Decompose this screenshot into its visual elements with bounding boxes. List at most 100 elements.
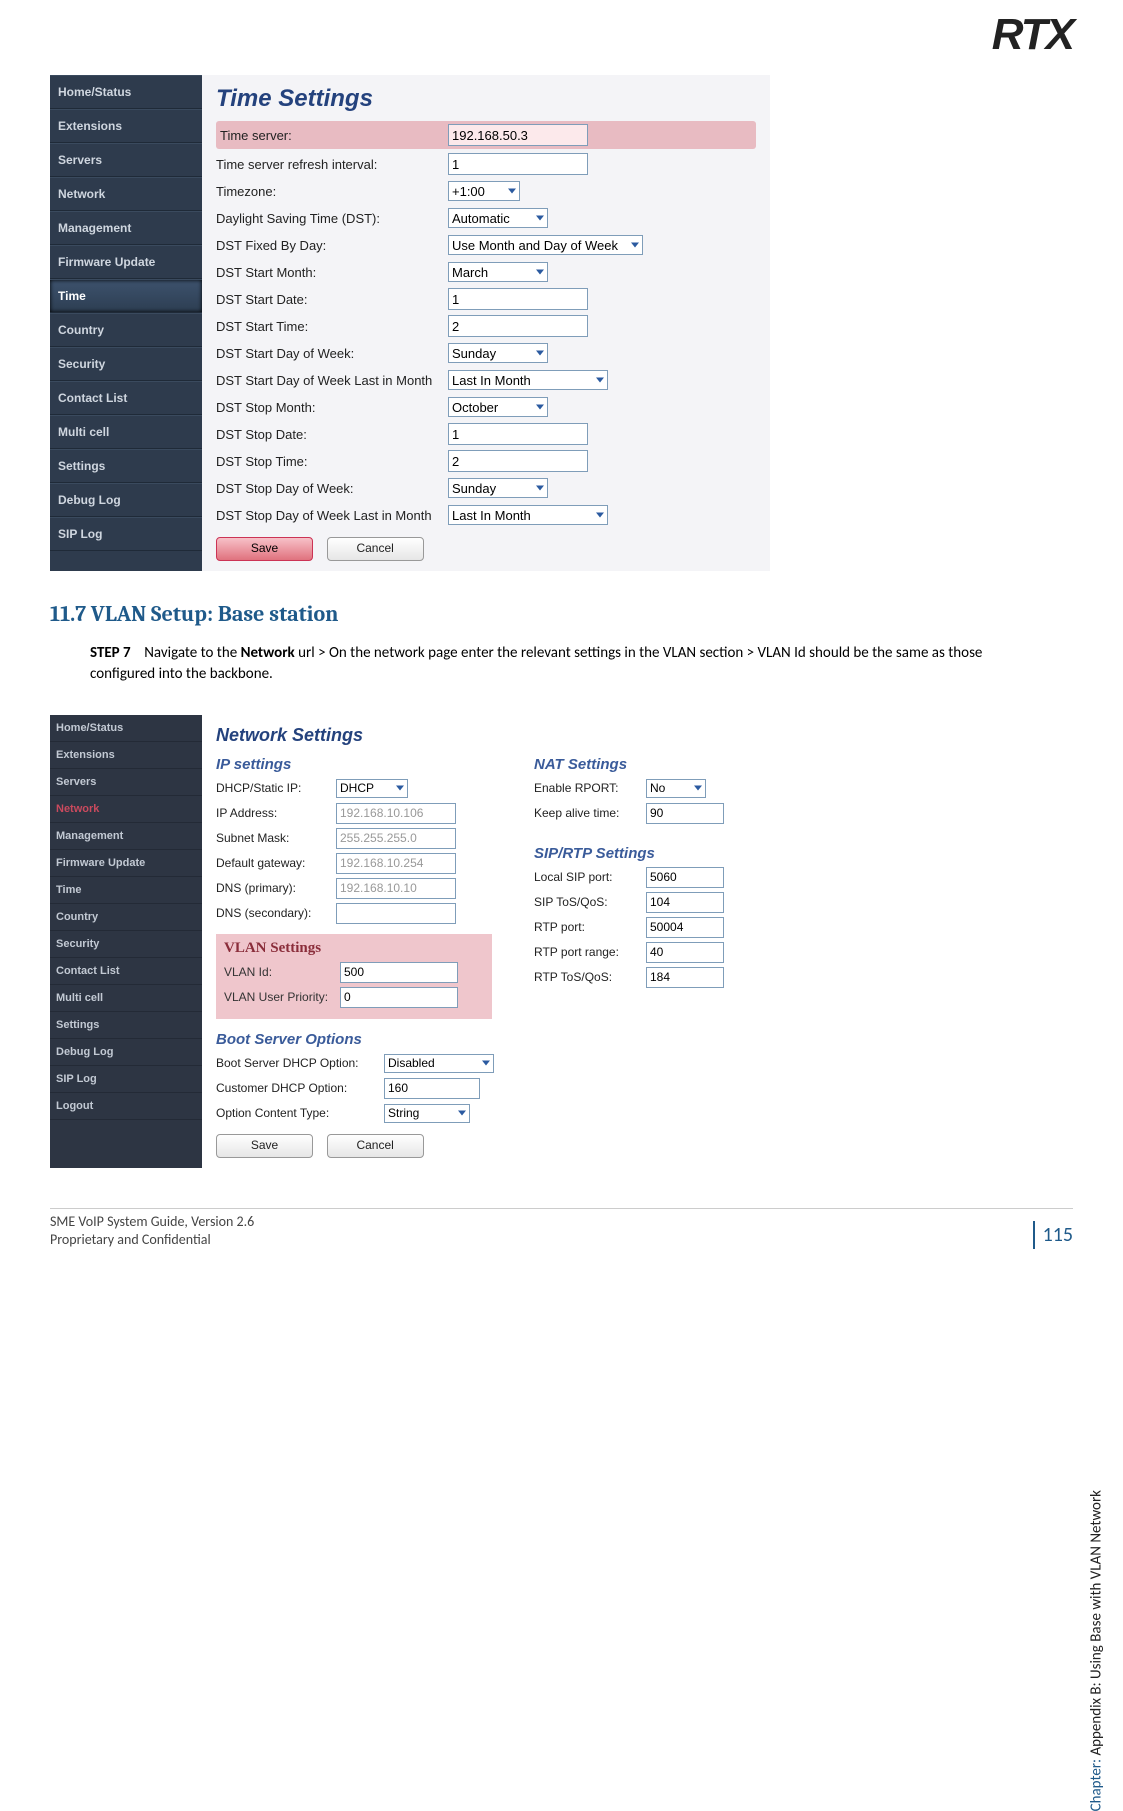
settings-row: DST Stop Day of Week Last in MonthLast I… [216, 503, 756, 527]
rport-select[interactable]: No [646, 779, 706, 798]
vlan-prio-input[interactable] [340, 987, 458, 1008]
field-select[interactable]: +1:00 [448, 181, 520, 201]
sidebar-item-logout[interactable]: Logout [50, 1093, 202, 1120]
field-select[interactable]: Use Month and Day of Week [448, 235, 643, 255]
field-label: DST Start Day of Week: [216, 346, 448, 361]
cd-label: Customer DHCP Option: [216, 1081, 384, 1095]
settings-row: DST Fixed By Day:Use Month and Day of We… [216, 233, 756, 257]
field-label: DST Start Time: [216, 319, 448, 334]
oct-label: Option Content Type: [216, 1106, 384, 1120]
dns1-input [336, 878, 456, 899]
sidebar-item-home-status[interactable]: Home/Status [50, 715, 202, 742]
settings-row: DST Start Month:March [216, 260, 756, 284]
bsd-select[interactable]: Disabled [384, 1054, 494, 1073]
rtp-label: RTP port: [534, 920, 646, 934]
field-input[interactable] [448, 288, 588, 310]
field-input[interactable] [448, 423, 588, 445]
cd-input[interactable] [384, 1078, 480, 1099]
sidebar-item-home-status[interactable]: Home/Status [50, 75, 202, 109]
page-number: 115 [1033, 1221, 1073, 1249]
sidebar-item-settings[interactable]: Settings [50, 1012, 202, 1039]
settings-row: DST Start Day of Week:Sunday [216, 341, 756, 365]
sidebar-item-settings[interactable]: Settings [50, 449, 202, 483]
sidebar-item-sip-log[interactable]: SIP Log [50, 1066, 202, 1093]
keep-input[interactable] [646, 803, 724, 824]
settings-row: DST Start Day of Week Last in MonthLast … [216, 368, 756, 392]
field-input[interactable] [448, 124, 588, 146]
field-select[interactable]: Last In Month [448, 370, 608, 390]
field-select[interactable]: October [448, 397, 548, 417]
sidebar-item-multi-cell[interactable]: Multi cell [50, 415, 202, 449]
sidebar-item-contact-list[interactable]: Contact List [50, 958, 202, 985]
sidebar-item-servers[interactable]: Servers [50, 769, 202, 796]
field-select[interactable]: Sunday [448, 343, 548, 363]
field-label: DST Stop Month: [216, 400, 448, 415]
field-label: Time server refresh interval: [216, 157, 448, 172]
sidebar-item-security[interactable]: Security [50, 931, 202, 958]
vlan-prio-label: VLAN User Priority: [224, 990, 340, 1004]
lsp-input[interactable] [646, 867, 724, 888]
sidebar-item-country[interactable]: Country [50, 313, 202, 347]
sidebar-item-firmware-update[interactable]: Firmware Update [50, 850, 202, 877]
sidebar-item-extensions[interactable]: Extensions [50, 109, 202, 143]
field-input[interactable] [448, 153, 588, 175]
field-input[interactable] [448, 315, 588, 337]
field-select[interactable]: Automatic [448, 208, 548, 228]
rng-label: RTP port range: [534, 945, 646, 959]
sidebar-item-time[interactable]: Time [50, 279, 202, 313]
rtq-input[interactable] [646, 967, 724, 988]
sidebar-item-debug-log[interactable]: Debug Log [50, 1039, 202, 1066]
sidebar-item-network[interactable]: Network [50, 796, 202, 823]
field-label: Time server: [220, 128, 448, 143]
sidebar-item-time[interactable]: Time [50, 877, 202, 904]
sidebar-item-multi-cell[interactable]: Multi cell [50, 985, 202, 1012]
boot-heading: Boot Server Options [216, 1031, 494, 1048]
oct-select[interactable]: String [384, 1104, 470, 1123]
field-select[interactable]: March [448, 262, 548, 282]
sidebar-item-firmware-update[interactable]: Firmware Update [50, 245, 202, 279]
save-button[interactable]: Save [216, 1134, 313, 1158]
step-text: STEP 7 Navigate to the Network url > On … [90, 643, 990, 685]
sidebar-item-country[interactable]: Country [50, 904, 202, 931]
cancel-button[interactable]: Cancel [327, 537, 424, 561]
field-label: DST Start Date: [216, 292, 448, 307]
sidebar-item-extensions[interactable]: Extensions [50, 742, 202, 769]
field-label: DST Start Day of Week Last in Month [216, 373, 448, 388]
rtp-input[interactable] [646, 917, 724, 938]
field-label: DST Stop Day of Week: [216, 481, 448, 496]
vlan-id-input[interactable] [340, 962, 458, 983]
field-label: Timezone: [216, 184, 448, 199]
rtq-label: RTP ToS/QoS: [534, 970, 646, 984]
sidebar-item-network[interactable]: Network [50, 177, 202, 211]
settings-row: Time server refresh interval: [216, 152, 756, 176]
section-heading: 11.7 VLAN Setup: Base station [50, 601, 1073, 627]
cancel-button[interactable]: Cancel [327, 1134, 424, 1158]
settings-row: DST Stop Time: [216, 449, 756, 473]
panel-title: Network Settings [216, 725, 791, 746]
field-label: DST Stop Date: [216, 427, 448, 442]
settings-row: Daylight Saving Time (DST):Automatic [216, 206, 756, 230]
sidebar-item-security[interactable]: Security [50, 347, 202, 381]
sidebar-item-servers[interactable]: Servers [50, 143, 202, 177]
sidebar-item-management[interactable]: Management [50, 211, 202, 245]
nat-heading: NAT Settings [534, 756, 724, 773]
save-button[interactable]: Save [216, 537, 313, 561]
gw-label: Default gateway: [216, 856, 336, 870]
dhcp-select[interactable]: DHCP [336, 779, 408, 798]
rng-input[interactable] [646, 942, 724, 963]
stq-input[interactable] [646, 892, 724, 913]
sidebar-item-sip-log[interactable]: SIP Log [50, 517, 202, 551]
field-select[interactable]: Last In Month [448, 505, 608, 525]
button-row: Save Cancel [216, 537, 756, 561]
field-label: DST Start Month: [216, 265, 448, 280]
field-select[interactable]: Sunday [448, 478, 548, 498]
sidebar-item-management[interactable]: Management [50, 823, 202, 850]
sidebar-nav-2: Home/StatusExtensionsServersNetworkManag… [50, 715, 202, 1168]
ipaddr-input [336, 803, 456, 824]
sidebar-item-contact-list[interactable]: Contact List [50, 381, 202, 415]
ip-settings-heading: IP settings [216, 756, 494, 773]
field-input[interactable] [448, 450, 588, 472]
dns1-label: DNS (primary): [216, 881, 336, 895]
sidebar-item-debug-log[interactable]: Debug Log [50, 483, 202, 517]
sidebar-nav: Home/StatusExtensionsServersNetworkManag… [50, 75, 202, 571]
